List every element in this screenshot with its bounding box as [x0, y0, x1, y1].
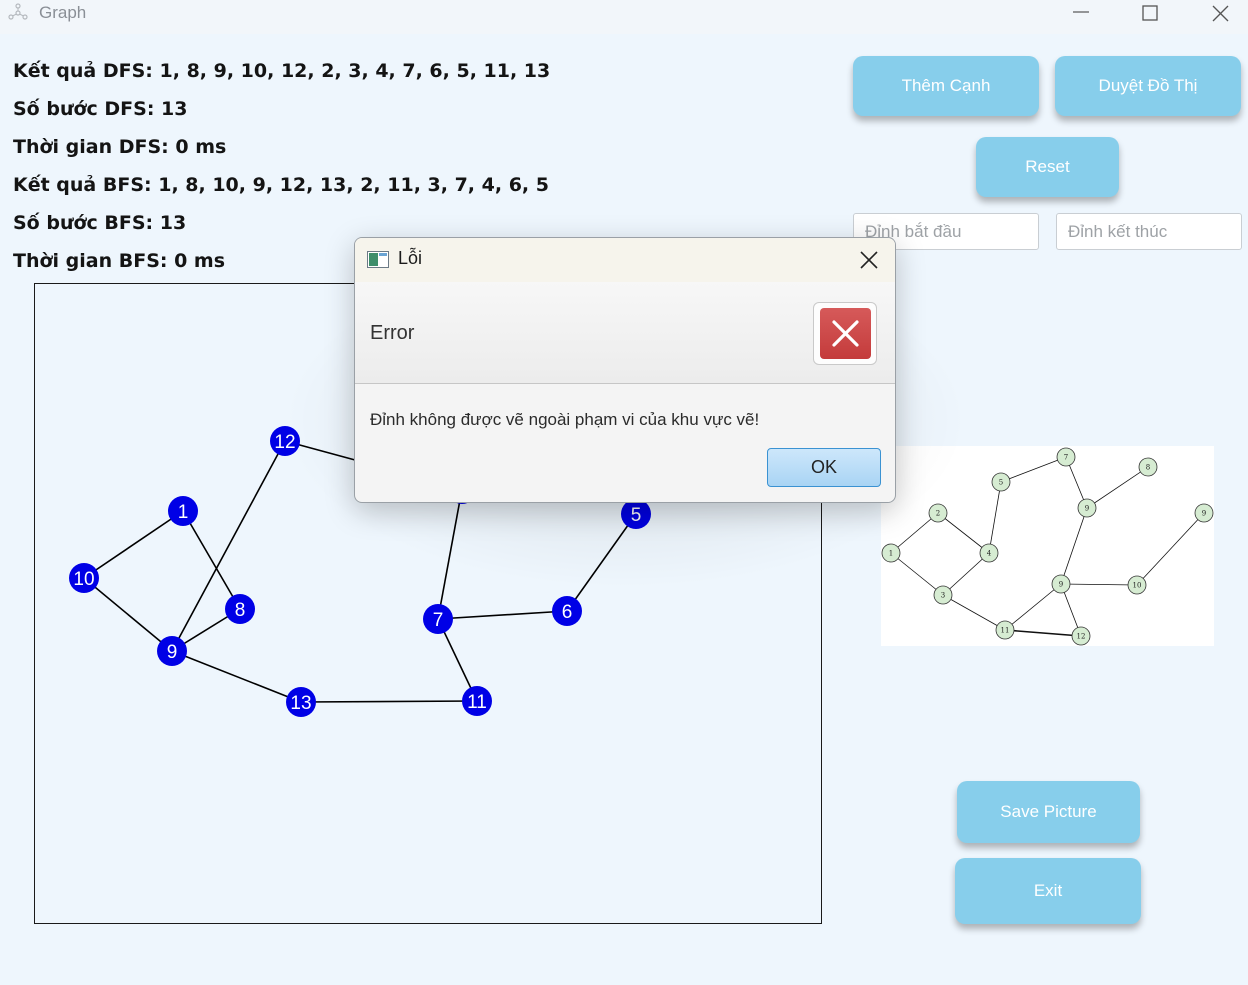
- graph-node-13[interactable]: 13: [286, 687, 316, 717]
- preview-node: 8: [1138, 457, 1158, 477]
- svg-text:10: 10: [73, 569, 94, 590]
- window-titlebar: Graph: [0, 0, 1248, 34]
- graph-edge-13-11: [300, 700, 478, 703]
- preview-edge: [942, 594, 1006, 631]
- preview-node: 11: [995, 620, 1015, 640]
- svg-text:12: 12: [1077, 633, 1086, 641]
- dfs-time: Thời gian DFS: 0 ms: [13, 136, 227, 158]
- dialog-close-icon: [860, 251, 878, 269]
- dialog-header-text: Error: [370, 322, 415, 344]
- preview-node: 5: [991, 472, 1011, 492]
- minimize-icon: [1073, 11, 1089, 13]
- end-vertex-input[interactable]: [1056, 213, 1242, 250]
- error-icon: [820, 308, 871, 359]
- exit-button[interactable]: Exit: [955, 858, 1141, 924]
- graph-node-7[interactable]: 7: [423, 604, 453, 634]
- preview-edge: [988, 481, 1002, 554]
- preview-node: 9: [1194, 503, 1214, 523]
- svg-text:9: 9: [167, 642, 178, 663]
- svg-text:11: 11: [1001, 627, 1010, 635]
- preview-edge: [1000, 456, 1067, 483]
- preview-node: 12: [1071, 626, 1091, 646]
- traverse-graph-button[interactable]: Duyệt Đồ Thị: [1055, 56, 1241, 116]
- svg-text:8: 8: [1146, 464, 1150, 472]
- graph-node-11[interactable]: 11: [462, 686, 492, 716]
- svg-text:4: 4: [987, 550, 992, 558]
- svg-text:8: 8: [235, 600, 246, 621]
- graph-edge-1-8: [182, 510, 241, 610]
- svg-text:7: 7: [1064, 454, 1068, 462]
- error-icon-frame: [813, 302, 877, 365]
- preview-edge: [1004, 629, 1082, 637]
- svg-text:5: 5: [999, 479, 1003, 487]
- dialog-message: Đỉnh không được vẽ ngoài phạm vi của khu…: [370, 410, 760, 429]
- preview-edge: [1136, 512, 1205, 586]
- preview-edge: [1004, 583, 1062, 631]
- maximize-icon: [1142, 5, 1158, 21]
- svg-text:9: 9: [1202, 510, 1206, 518]
- graph-edge-9-12: [171, 440, 286, 652]
- error-dialog: Lỗi Error Đỉnh không được vẽ ngoài phạm …: [354, 237, 896, 503]
- svg-text:9: 9: [1085, 505, 1089, 513]
- dfs-steps: Số bước DFS: 13: [13, 98, 188, 120]
- preview-edge: [1060, 507, 1088, 585]
- svg-text:7: 7: [433, 610, 444, 631]
- save-picture-button[interactable]: Save Picture: [957, 781, 1140, 843]
- preview-edge: [1060, 583, 1138, 586]
- reset-button[interactable]: Reset: [976, 137, 1119, 197]
- preview-node: 9: [1051, 574, 1071, 594]
- svg-text:1: 1: [178, 502, 189, 523]
- svg-text:10: 10: [1133, 582, 1142, 590]
- svg-text:6: 6: [562, 602, 573, 623]
- svg-text:9: 9: [1059, 581, 1063, 589]
- window-title: Graph: [39, 3, 87, 22]
- preview-node: 4: [979, 543, 999, 563]
- close-icon: [1212, 5, 1229, 22]
- svg-text:3: 3: [941, 592, 945, 600]
- dialog-title: Lỗi: [398, 248, 423, 268]
- preview-node: 7: [1056, 447, 1076, 467]
- preview-node: 9: [1077, 498, 1097, 518]
- graph-edge-7-6: [437, 610, 568, 620]
- graph-node-10[interactable]: 10: [69, 563, 99, 593]
- dialog-header: Error: [355, 282, 895, 384]
- graph-node-6[interactable]: 6: [552, 596, 582, 626]
- dfs-result: Kết quả DFS: 1, 8, 9, 10, 12, 2, 3, 4, 7…: [13, 60, 551, 82]
- ok-button[interactable]: OK: [767, 448, 881, 487]
- dialog-window-icon: [367, 251, 389, 272]
- graph-node-8[interactable]: 8: [225, 594, 255, 624]
- minimize-button[interactable]: [1057, 0, 1103, 28]
- preview-node: 10: [1127, 575, 1147, 595]
- preview-edge: [1086, 466, 1149, 509]
- svg-text:11: 11: [467, 692, 487, 713]
- svg-text:13: 13: [290, 693, 311, 714]
- close-button[interactable]: [1197, 0, 1243, 28]
- add-edge-button[interactable]: Thêm Cạnh: [853, 56, 1039, 116]
- dialog-close-button[interactable]: [853, 244, 885, 276]
- graph-edge-1-10: [83, 510, 184, 579]
- graph-edge-9-13: [171, 650, 302, 703]
- graph-node-1[interactable]: 1: [168, 496, 198, 526]
- dialog-titlebar: Lỗi: [355, 238, 895, 282]
- maximize-button[interactable]: [1126, 0, 1172, 28]
- app-graph-icon: [8, 3, 28, 23]
- bfs-result: Kết quả BFS: 1, 8, 10, 9, 12, 13, 2, 11,…: [13, 174, 549, 196]
- graph-edge-10-9: [83, 577, 173, 652]
- graph-node-9[interactable]: 9: [157, 636, 187, 666]
